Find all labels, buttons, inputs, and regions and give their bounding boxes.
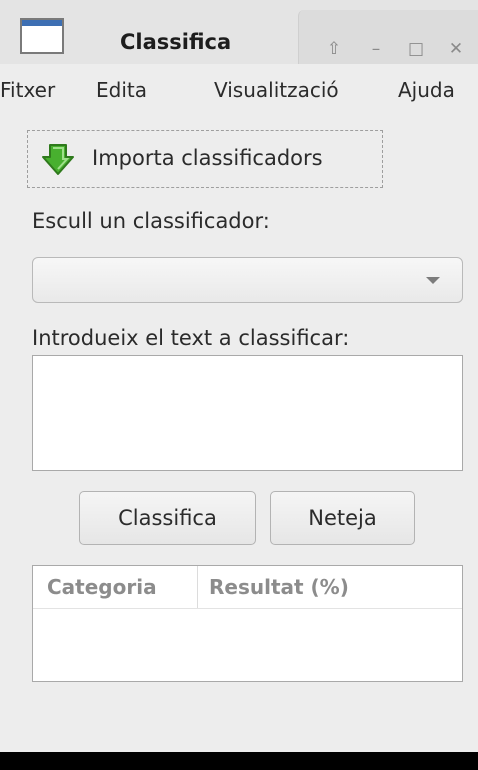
menu-fitxer[interactable]: Fitxer xyxy=(0,78,55,102)
window-controls-area: ⇧ – □ ✕ xyxy=(298,10,478,64)
app-window: Classifica ⇧ – □ ✕ Fitxer Edita Visualit… xyxy=(0,0,478,752)
classifier-label: Escull un classificador: xyxy=(32,209,270,233)
bottom-panel xyxy=(0,752,478,770)
main-content: Importa classificadors Escull un classif… xyxy=(0,114,478,752)
classifier-combobox[interactable] xyxy=(32,257,463,303)
minimize-icon[interactable]: – xyxy=(365,38,387,60)
menu-visualitzacio[interactable]: Visualització xyxy=(214,78,339,102)
restore-up-icon[interactable]: ⇧ xyxy=(323,38,345,60)
header-divider xyxy=(33,608,462,609)
column-divider xyxy=(197,566,198,608)
title-bar[interactable]: Classifica ⇧ – □ ✕ xyxy=(0,0,478,65)
green-down-arrow-icon xyxy=(42,144,74,175)
import-classifiers-button[interactable]: Importa classificadors xyxy=(27,130,383,188)
chevron-down-icon[interactable] xyxy=(426,277,440,284)
close-icon[interactable]: ✕ xyxy=(445,38,467,60)
text-input-label: Introdueix el text a classificar: xyxy=(32,326,350,350)
column-header-categoria[interactable]: Categoria xyxy=(47,566,157,608)
text-to-classify-input[interactable] xyxy=(32,355,463,471)
maximize-icon[interactable]: □ xyxy=(405,38,427,60)
column-header-resultat[interactable]: Resultat (%) xyxy=(209,566,349,608)
import-classifiers-label: Importa classificadors xyxy=(92,146,323,170)
window-title: Classifica xyxy=(120,30,232,54)
menu-edita[interactable]: Edita xyxy=(96,78,147,102)
menu-bar: Fitxer Edita Visualització Ajuda xyxy=(0,64,478,114)
clear-button[interactable]: Neteja xyxy=(270,491,415,545)
menu-ajuda[interactable]: Ajuda xyxy=(398,78,455,102)
app-window-icon[interactable] xyxy=(20,18,64,54)
classify-button[interactable]: Classifica xyxy=(79,491,256,545)
results-table: Categoria Resultat (%) xyxy=(32,565,463,682)
